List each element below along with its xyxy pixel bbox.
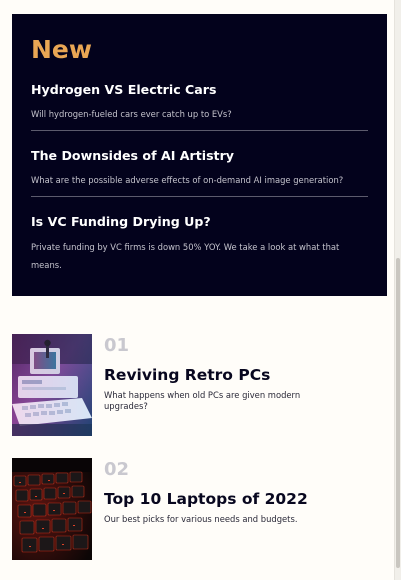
scrollbar-thumb[interactable] xyxy=(396,258,400,568)
news-item[interactable]: Is VC Funding Drying Up? Private funding… xyxy=(31,214,368,274)
news-item-description: Private funding by VC firms is down 50% … xyxy=(31,242,340,270)
news-item[interactable]: The Downsides of AI Artistry What are th… xyxy=(31,148,368,197)
news-item-description: What are the possible adverse effects of… xyxy=(31,175,344,185)
article-number: 02 xyxy=(104,459,130,480)
article-description: Our best picks for various needs and bud… xyxy=(104,514,298,524)
new-articles-panel: New Hydrogen VS Electric Cars Will hydro… xyxy=(12,14,387,296)
laptop-keyboard-illustration xyxy=(12,458,92,560)
vertical-scrollbar[interactable] xyxy=(394,0,401,580)
news-item-title[interactable]: Is VC Funding Drying Up? xyxy=(31,214,368,230)
retro-pc-image[interactable] xyxy=(12,334,92,436)
article-title[interactable]: Reviving Retro PCs xyxy=(104,365,270,385)
news-item-title[interactable]: The Downsides of AI Artistry xyxy=(31,148,368,164)
news-item-title[interactable]: Hydrogen VS Electric Cars xyxy=(31,82,368,98)
retro-pc-illustration xyxy=(12,334,92,436)
page: New Hydrogen VS Electric Cars Will hydro… xyxy=(0,0,401,580)
new-heading: New xyxy=(31,35,92,64)
article-card[interactable]: 02 Top 10 Laptops of 2022 Our best picks… xyxy=(12,458,352,561)
news-item-description: Will hydrogen-fueled cars ever catch up … xyxy=(31,109,232,119)
article-number: 01 xyxy=(104,335,130,356)
news-item[interactable]: Hydrogen VS Electric Cars Will hydrogen-… xyxy=(31,82,368,131)
article-card[interactable]: 01 Reviving Retro PCs What happens when … xyxy=(12,334,352,437)
article-title[interactable]: Top 10 Laptops of 2022 xyxy=(104,489,308,509)
laptop-keyboard-image[interactable] xyxy=(12,458,92,560)
article-description: What happens when old PCs are given mode… xyxy=(104,390,301,411)
